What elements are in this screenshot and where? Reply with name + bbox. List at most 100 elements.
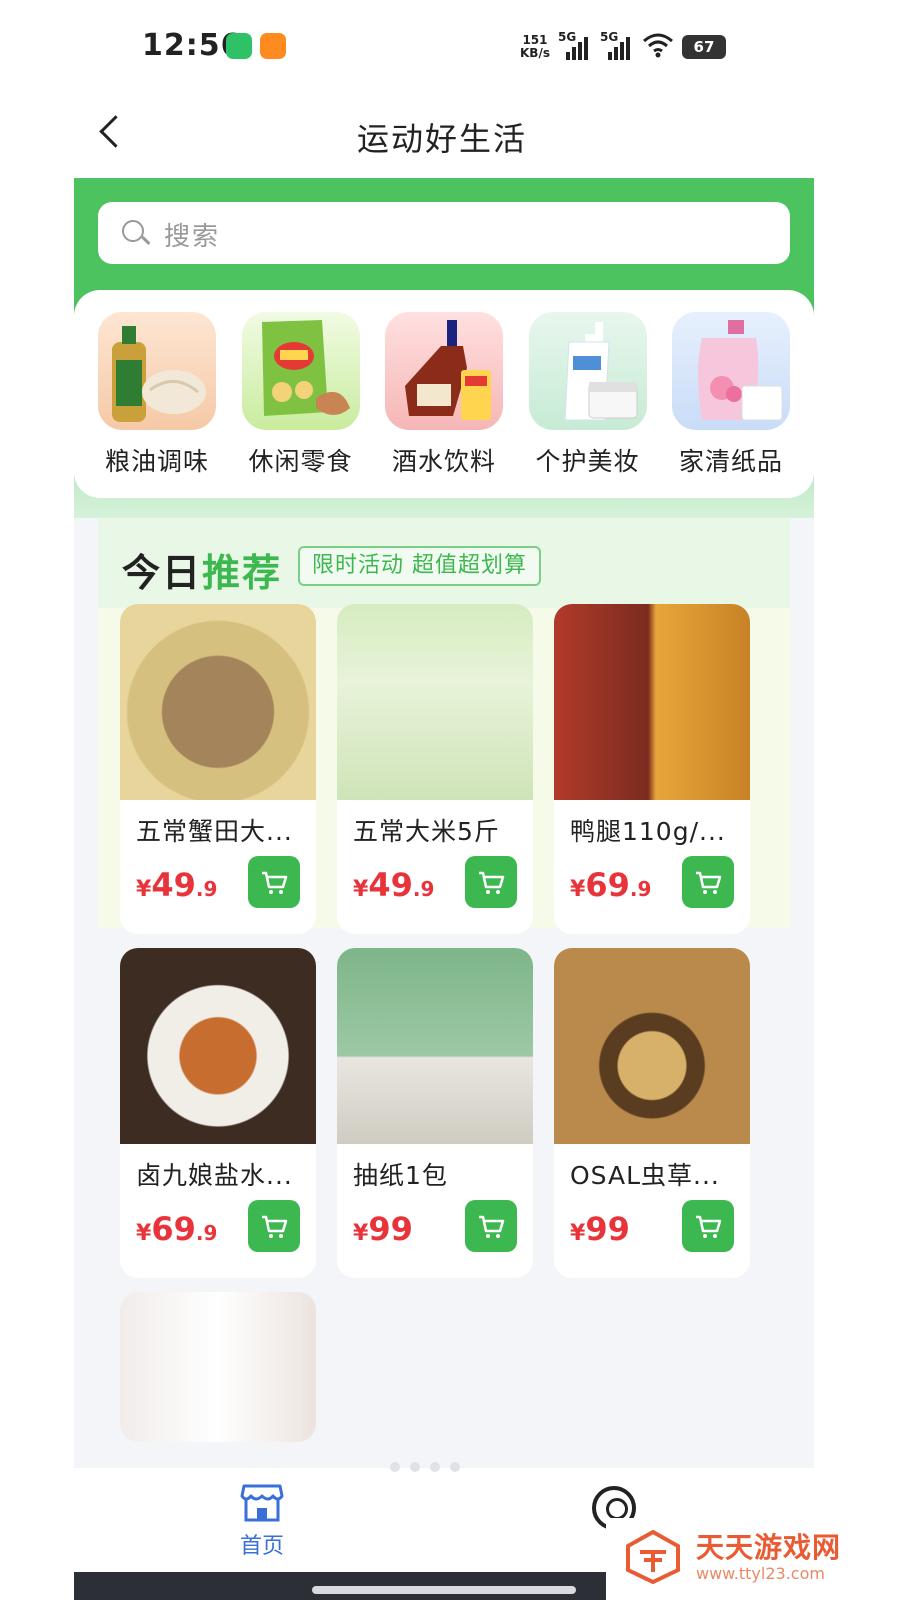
search-input[interactable]: 搜索 [98,202,790,264]
product-name: 五常大米5斤 [353,817,500,846]
price-integer: 69 [585,866,630,904]
product-price: ¥99 [570,1210,630,1248]
taobao-notification-icon [260,33,286,59]
price-currency: ¥ [570,877,586,902]
price-integer: 49 [368,866,413,904]
category-item[interactable]: 休闲零食 [241,312,360,498]
product-card[interactable]: 鸭腿110g/... ¥69.9 [554,604,750,934]
network-speed-unit: KB/s [520,46,550,60]
product-card[interactable]: 抽纸1包 ¥99 [337,948,533,1278]
status-indicators: 151 KB/s 5G 5G 67 [520,30,726,64]
watermark-name: 天天游戏网 [696,1531,842,1564]
product-image [120,604,316,800]
cart-icon [262,871,288,894]
product-image [120,1292,316,1442]
price-currency: ¥ [353,1221,369,1246]
product-name: OSAL虫草... [570,1161,720,1190]
store-icon [240,1484,284,1522]
watermark-url: www.ttyl23.com [696,1564,825,1583]
add-to-cart-button[interactable] [682,856,734,908]
recommend-header: 今日推荐 限时活动 超值超划算 [98,518,790,608]
battery-icon: 67 [681,35,726,59]
product-price: ¥69.9 [570,866,651,904]
price-integer: 69 [151,1210,196,1248]
category-label: 休闲零食 [248,447,353,476]
cart-icon [479,871,505,894]
product-price: ¥99 [353,1210,413,1248]
category-row: 粮油调味 休闲零食 酒水饮料 个护美妆 家清纸品 [74,290,814,498]
search-placeholder: 搜索 [164,222,221,252]
add-to-cart-button[interactable] [682,1200,734,1252]
page-indicator [390,1462,460,1472]
product-price: ¥49.9 [136,866,217,904]
product-name: 五常蟹田大... [136,817,293,846]
page-dot [390,1462,400,1472]
product-name: 抽纸1包 [353,1161,448,1190]
network-speed: 151 KB/s [520,34,550,60]
page-dot [450,1462,460,1472]
watermark: 天天游戏网 www.ttyl23.com [606,1518,900,1600]
status-bar: 12:56 151 KB/s 5G 5G 67 [0,0,900,96]
product-image [120,948,316,1144]
home-indicator[interactable] [312,1586,576,1594]
main-content: 今日推荐 限时活动 超值超划算 五常蟹田大... ¥49.9 五常大米5斤 ¥4… [74,518,814,1468]
oil-rice-icon [98,312,216,430]
price-currency: ¥ [136,877,152,902]
price-currency: ¥ [136,1221,152,1246]
recommend-title-a: 今日 [122,551,203,595]
cart-icon [696,871,722,894]
product-image [337,604,533,800]
recommend-title-b: 推荐 [202,551,283,595]
add-to-cart-button[interactable] [465,1200,517,1252]
page-dot [430,1462,440,1472]
product-card[interactable]: OSAL虫草... ¥99 [554,948,750,1278]
add-to-cart-button[interactable] [248,856,300,908]
add-to-cart-button[interactable] [465,856,517,908]
add-to-cart-button[interactable] [248,1200,300,1252]
signal-icon: 5G [599,30,634,62]
category-label: 家清纸品 [678,447,783,476]
wechat-notification-icon [226,33,252,59]
product-card[interactable] [120,1292,316,1442]
product-image [554,604,750,800]
page-dot [410,1462,420,1472]
product-image [554,948,750,1144]
product-card[interactable]: 卤九娘盐水... ¥69.9 [120,948,316,1278]
household-icon [672,312,790,430]
tab-home[interactable]: 首页 [232,1482,292,1560]
category-label: 粮油调味 [104,447,209,476]
watermark-logo-icon [626,1530,680,1584]
price-currency: ¥ [570,1221,586,1246]
category-item[interactable]: 粮油调味 [98,312,216,498]
price-currency: ¥ [353,877,369,902]
product-name: 鸭腿110g/... [570,817,726,846]
product-card[interactable]: 五常蟹田大... ¥49.9 [120,604,316,934]
price-decimal: .9 [412,877,435,901]
cart-icon [262,1215,288,1238]
signal-label: 5G [599,30,619,44]
skincare-icon [528,312,647,430]
snacks-icon [241,312,360,430]
category-label: 个护美妆 [535,447,640,476]
category-item[interactable]: 个护美妆 [528,312,647,498]
category-item[interactable]: 酒水饮料 [385,312,503,498]
price-integer: 49 [151,866,196,904]
wifi-icon [642,32,674,62]
product-price: ¥49.9 [353,866,434,904]
price-integer: 99 [368,1210,413,1248]
product-price: ¥69.9 [136,1210,217,1248]
search-icon [122,220,144,242]
promo-tag: 限时活动 超值超划算 [298,546,541,586]
price-integer: 99 [585,1210,630,1248]
recommend-title: 今日推荐 [122,542,282,597]
category-label: 酒水饮料 [391,447,496,476]
price-decimal: .9 [195,1221,218,1245]
product-image [337,948,533,1144]
signal-label: 5G [557,30,577,44]
category-item[interactable]: 家清纸品 [672,312,790,498]
product-card[interactable]: 五常大米5斤 ¥49.9 [337,604,533,934]
price-decimal: .9 [195,877,218,901]
signal-icon: 5G [557,30,592,62]
page-title: 运动好生活 [356,120,527,158]
price-decimal: .9 [629,877,652,901]
